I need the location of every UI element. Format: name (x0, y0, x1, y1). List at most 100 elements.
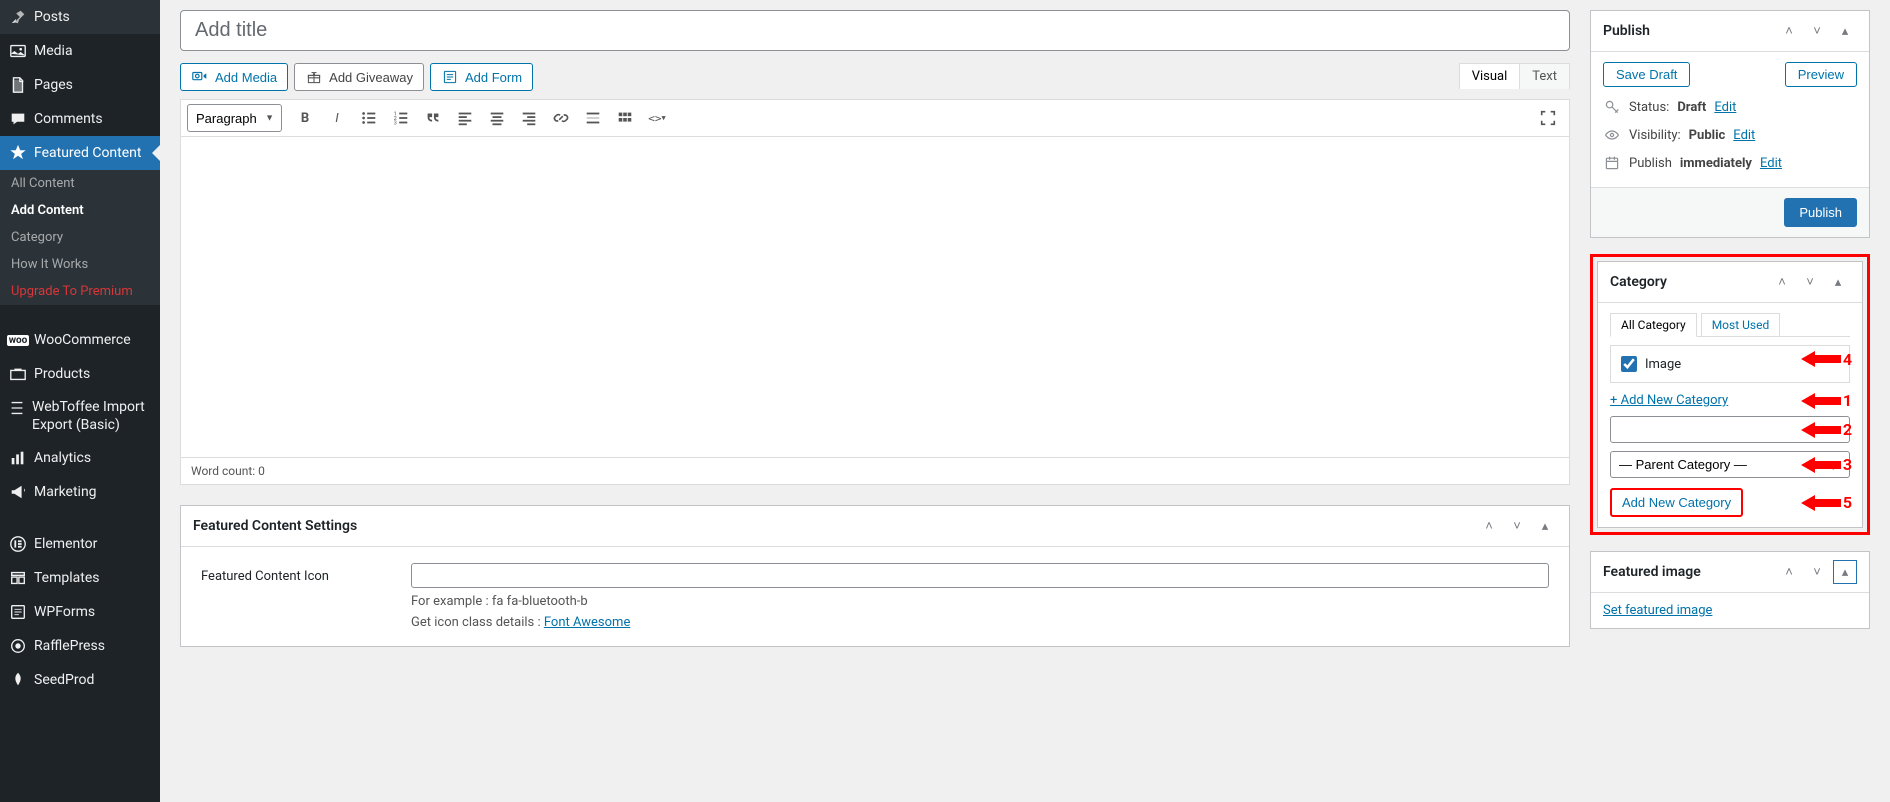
sidebar-item-pages[interactable]: Pages (0, 68, 160, 102)
add-form-button[interactable]: Add Form (430, 63, 533, 91)
link-button[interactable] (546, 104, 576, 132)
sidebar-sub-add-content[interactable]: Add Content (0, 197, 160, 224)
move-up-icon[interactable]: ˄ (1770, 270, 1794, 294)
category-item-image[interactable]: Image (1621, 356, 1839, 372)
sidebar-sub-category[interactable]: Category (0, 224, 160, 251)
sidebar-sub-all-content[interactable]: All Content (0, 170, 160, 197)
seedprod-icon (8, 670, 28, 690)
sidebar-label: Templates (34, 570, 100, 586)
font-awesome-link[interactable]: Font Awesome (544, 615, 630, 630)
sidebar-item-elementor[interactable]: Elementor (0, 527, 160, 561)
bullet-list-button[interactable] (354, 104, 384, 132)
editor-content[interactable] (181, 137, 1569, 457)
fc-help-example: For example : fa fa-bluetooth-b (411, 594, 1549, 609)
toggle-icon[interactable]: ▴ (1826, 270, 1850, 294)
blockquote-button[interactable] (418, 104, 448, 132)
fc-settings-title: Featured Content Settings (193, 518, 1477, 534)
move-down-icon[interactable]: ˅ (1798, 270, 1822, 294)
format-select[interactable]: Paragraph (187, 104, 282, 132)
add-giveaway-button[interactable]: Add Giveaway (294, 63, 424, 91)
sidebar-sub-upgrade[interactable]: Upgrade To Premium (0, 278, 160, 305)
category-checkbox-image[interactable] (1621, 356, 1637, 372)
move-down-icon[interactable]: ˅ (1805, 560, 1829, 584)
sidebar-label: Marketing (34, 484, 97, 500)
move-up-icon[interactable]: ˄ (1777, 560, 1801, 584)
parent-category-select[interactable]: — Parent Category — (1610, 451, 1850, 478)
import-export-icon (8, 398, 26, 418)
sidebar-item-seedprod[interactable]: SeedProd (0, 663, 160, 697)
sidebar-label: Posts (34, 9, 70, 25)
add-new-category-button[interactable]: Add New Category (1610, 488, 1743, 517)
save-draft-button[interactable]: Save Draft (1603, 62, 1690, 87)
admin-sidebar: Posts Media Pages Comments Featured Cont… (0, 0, 160, 802)
tab-all-category[interactable]: All Category (1610, 313, 1697, 337)
publish-box: Publish ˄ ˅ ▴ Save Draft Preview (1590, 10, 1870, 238)
tab-visual[interactable]: Visual (1460, 64, 1521, 89)
tab-text[interactable]: Text (1520, 64, 1569, 89)
tab-most-used[interactable]: Most Used (1701, 313, 1781, 336)
fc-help-link-row: Get icon class details : Font Awesome (411, 615, 1549, 630)
sidebar-item-products[interactable]: Products (0, 357, 160, 391)
align-left-button[interactable] (450, 104, 480, 132)
toolbar-toggle-button[interactable] (610, 104, 640, 132)
add-new-category-link[interactable]: + Add New Category (1610, 393, 1728, 408)
word-count: Word count: 0 (181, 457, 1569, 484)
camera-music-icon (191, 68, 209, 86)
toggle-icon[interactable]: ▴ (1833, 560, 1857, 584)
sidebar-item-posts[interactable]: Posts (0, 0, 160, 34)
new-category-name-input[interactable] (1610, 416, 1850, 443)
numbered-list-button[interactable]: 123 (386, 104, 416, 132)
featured-image-box: Featured image ˄ ˅ ▴ Set featured image (1590, 551, 1870, 629)
sidebar-item-analytics[interactable]: Analytics (0, 441, 160, 475)
preview-button[interactable]: Preview (1785, 62, 1857, 87)
sidebar-item-featured-content[interactable]: Featured Content (0, 136, 160, 170)
bold-button[interactable]: B (290, 104, 320, 132)
move-down-icon[interactable]: ˅ (1805, 19, 1829, 43)
featured-content-settings-box: Featured Content Settings ˄ ˅ ▴ Featured… (180, 505, 1570, 647)
toggle-icon[interactable]: ▴ (1833, 19, 1857, 43)
edit-publish-date-link[interactable]: Edit (1760, 156, 1782, 171)
fc-icon-input[interactable] (411, 563, 1549, 588)
woocommerce-icon: woo (8, 330, 28, 350)
set-featured-image-link[interactable]: Set featured image (1603, 603, 1712, 618)
fc-icon-label: Featured Content Icon (201, 563, 381, 584)
sidebar-label: Elementor (34, 536, 97, 552)
editor-toolbar: Paragraph B I 123 (181, 100, 1569, 137)
sidebar-label: Products (34, 366, 90, 382)
sidebar-item-templates[interactable]: Templates (0, 561, 160, 595)
pin-icon (8, 7, 28, 27)
edit-status-link[interactable]: Edit (1714, 100, 1736, 115)
sidebar-item-media[interactable]: Media (0, 34, 160, 68)
toggle-icon[interactable]: ▴ (1533, 514, 1557, 538)
code-button[interactable]: <>▼ (642, 104, 672, 132)
media-icon (8, 41, 28, 61)
sidebar-item-woocommerce[interactable]: woo WooCommerce (0, 323, 160, 357)
italic-button[interactable]: I (322, 104, 352, 132)
title-input[interactable] (180, 10, 1570, 51)
sidebar-item-rafflepress[interactable]: RafflePress (0, 629, 160, 663)
edit-visibility-link[interactable]: Edit (1733, 128, 1755, 143)
svg-text:3: 3 (394, 120, 397, 126)
wpforms-icon (8, 602, 28, 622)
sidebar-sub-how-it-works[interactable]: How It Works (0, 251, 160, 278)
move-down-icon[interactable]: ˅ (1505, 514, 1529, 538)
sidebar-item-webtoffee[interactable]: WebToffee Import Export (Basic) (0, 391, 160, 441)
sidebar-item-comments[interactable]: Comments (0, 102, 160, 136)
sidebar-item-marketing[interactable]: Marketing (0, 475, 160, 509)
sidebar-item-wpforms[interactable]: WPForms (0, 595, 160, 629)
move-up-icon[interactable]: ˄ (1477, 514, 1501, 538)
page-icon (8, 75, 28, 95)
move-up-icon[interactable]: ˄ (1777, 19, 1801, 43)
analytics-icon (8, 448, 28, 468)
publish-button[interactable]: Publish (1784, 198, 1857, 227)
templates-icon (8, 568, 28, 588)
category-list: Image (1610, 345, 1850, 383)
align-right-button[interactable] (514, 104, 544, 132)
read-more-button[interactable] (578, 104, 608, 132)
add-media-button[interactable]: Add Media (180, 63, 288, 91)
sidebar-label: WooCommerce (34, 332, 131, 348)
sidebar-label: WebToffee Import Export (Basic) (32, 398, 152, 434)
align-center-button[interactable] (482, 104, 512, 132)
fullscreen-button[interactable] (1533, 104, 1563, 132)
sidebar-label: Featured Content (34, 145, 141, 161)
